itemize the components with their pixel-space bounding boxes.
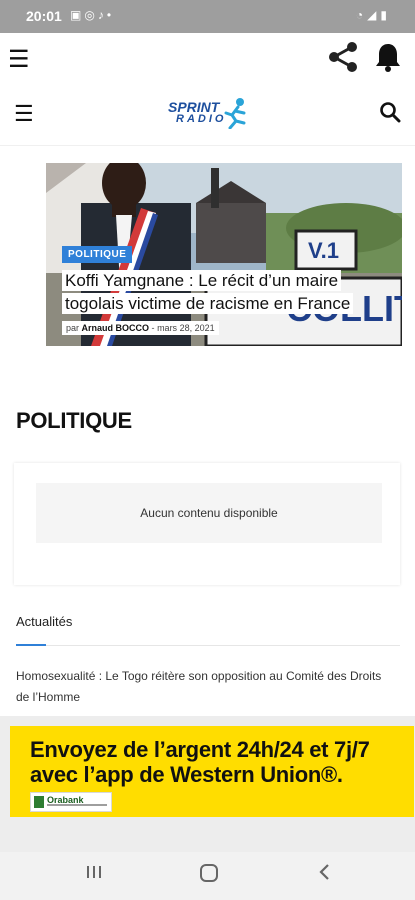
ad-headline: Envoyez de l’argent 24h/24 et 7j/7 avec … <box>30 737 370 787</box>
system-nav-bar <box>0 852 415 900</box>
featured-title-text[interactable]: Koffi Yamgnane : Le récit d’un maire tog… <box>62 270 354 314</box>
publish-date: mars 28, 2021 <box>157 323 215 333</box>
app-bar: ☰ <box>0 33 415 83</box>
orabank-mark <box>34 796 44 808</box>
site-menu-icon[interactable]: ☰ <box>14 101 34 127</box>
status-bar: 20:01 ▣◎♪• ◔◢▮ <box>0 0 415 33</box>
empty-content-card: Aucun contenu disponible <box>14 463 400 585</box>
tab-divider <box>46 645 400 646</box>
whatsapp-icon: ◎ <box>84 8 98 22</box>
section-title: POLITIQUE <box>16 408 132 433</box>
search-icon[interactable] <box>379 101 401 128</box>
dot-icon: • <box>106 8 115 22</box>
tab-actualites[interactable]: Actualités <box>16 614 72 629</box>
status-time: 20:01 <box>26 8 62 24</box>
featured-article[interactable]: V.1 COLLIT POLITIQUE Koffi Yamgnane : Le… <box>46 163 402 346</box>
system-icons: ◔◢▮ <box>356 8 391 22</box>
runner-icon <box>224 98 246 129</box>
notification-icons: ▣◎♪• <box>70 8 114 22</box>
recents-icon[interactable] <box>84 862 104 888</box>
tiktok-icon: ♪ <box>97 8 107 22</box>
tab-active-indicator <box>16 644 46 646</box>
battery-icon: ▮ <box>380 8 391 22</box>
orabank-logo: Orabank <box>30 792 112 812</box>
author-name[interactable]: Arnaud BOCCO <box>82 323 150 333</box>
empty-message: Aucun contenu disponible <box>36 483 382 543</box>
orabank-tagline <box>47 804 107 806</box>
sign-text-top: V.1 <box>308 238 339 263</box>
home-icon[interactable] <box>198 862 220 890</box>
bell-icon[interactable] <box>373 41 403 78</box>
news-link[interactable]: Homosexualité : Le Togo réitère son oppo… <box>16 666 386 708</box>
menu-icon[interactable]: ☰ <box>8 45 30 74</box>
wifi-icon: ◔ <box>355 8 368 22</box>
site-logo[interactable]: SPRINT RADIO <box>166 97 250 131</box>
category-badge[interactable]: POLITIQUE <box>62 246 133 263</box>
featured-meta: par Arnaud BOCCO - mars 28, 2021 <box>62 321 219 335</box>
share-icon[interactable] <box>325 39 361 80</box>
featured-title[interactable]: Koffi Yamgnane : Le récit d’un maire tog… <box>62 269 392 315</box>
logo-text-bottom: RADIO <box>176 113 227 125</box>
western-union-ad[interactable]: Envoyez de l’argent 24h/24 et 7j/7 avec … <box>10 726 414 817</box>
signal-icon: ◢ <box>367 8 381 22</box>
gallery-icon: ▣ <box>70 8 85 22</box>
site-header: ☰ SPRINT RADIO <box>0 83 415 146</box>
author-prefix: par <box>66 323 80 333</box>
back-icon[interactable] <box>316 862 334 888</box>
meta-separator: - <box>151 323 155 333</box>
